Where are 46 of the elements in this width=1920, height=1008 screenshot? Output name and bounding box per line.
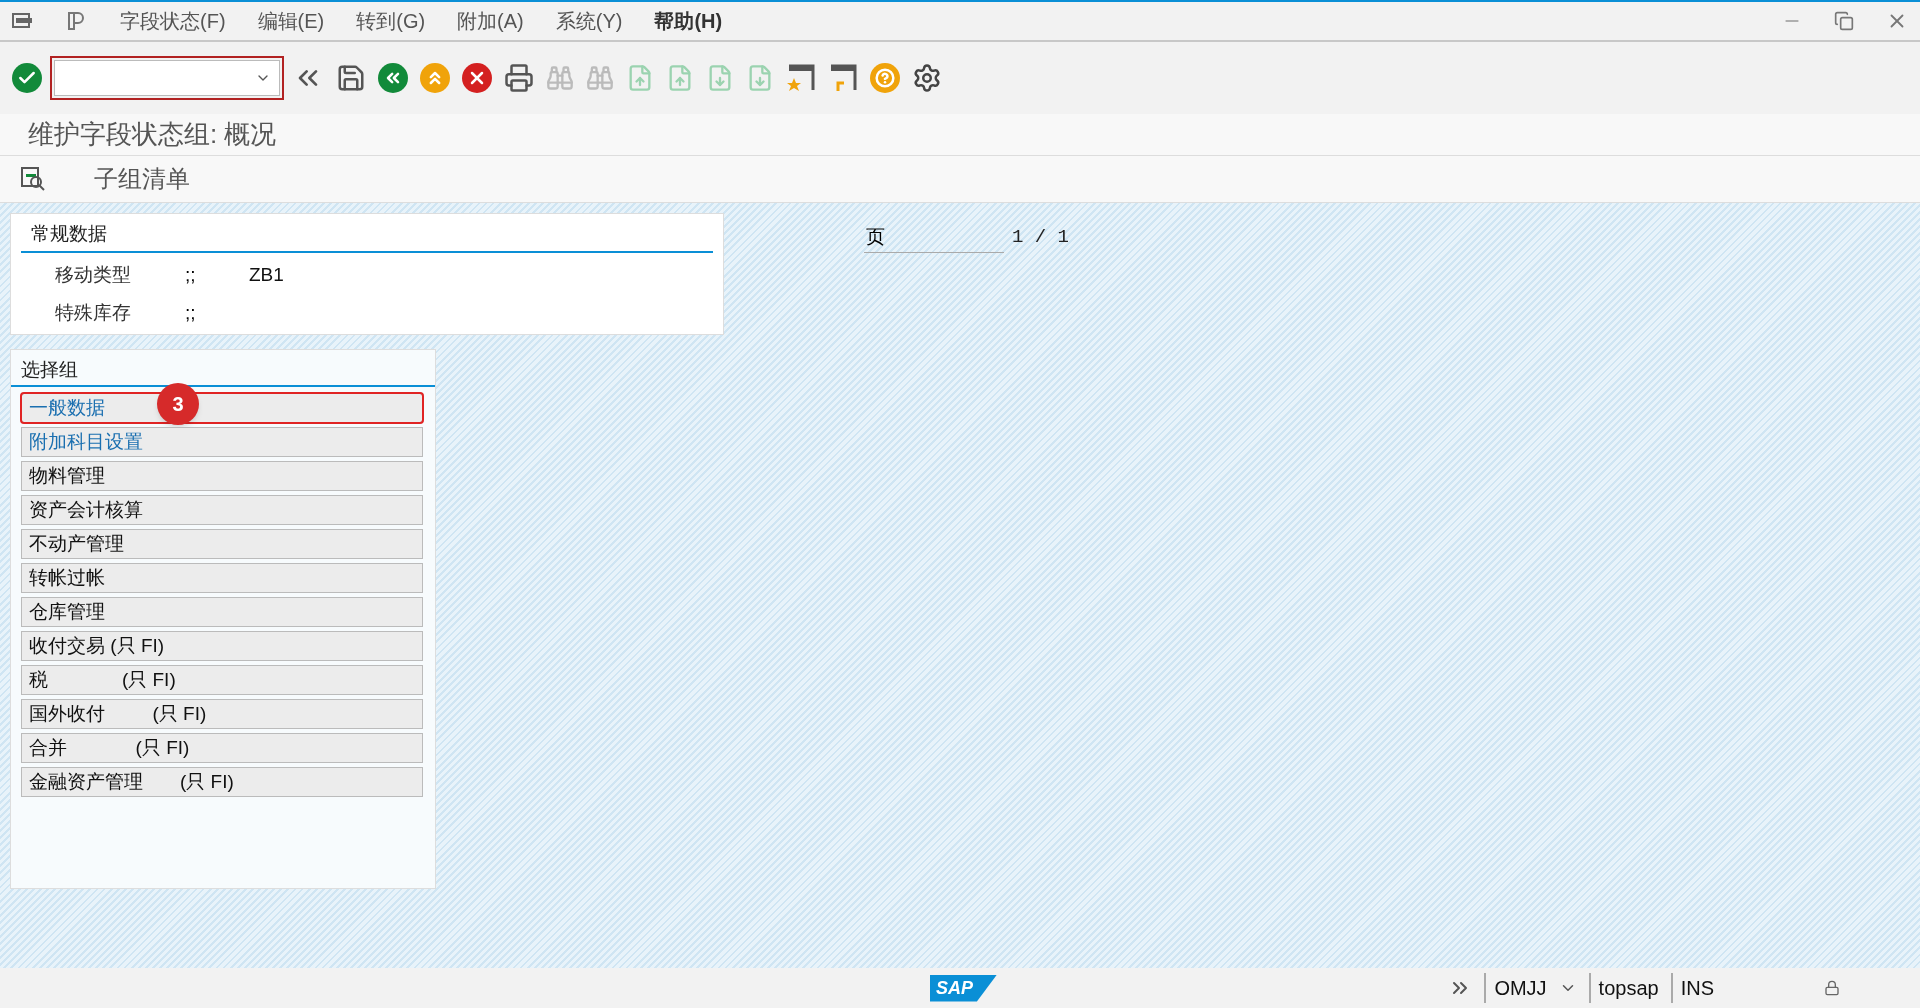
restore-icon[interactable]: [1834, 11, 1854, 31]
menu-item[interactable]: 帮助(H): [654, 6, 723, 36]
menu-item[interactable]: 系统(Y): [555, 6, 623, 36]
group-button[interactable]: 税 (只 FI): [21, 664, 423, 695]
group-button[interactable]: 资产会计核算: [21, 494, 423, 525]
menu-item[interactable]: 编辑(E): [257, 6, 325, 36]
group-button[interactable]: 国外收付 (只 FI): [21, 698, 423, 729]
transaction-code[interactable]: OMJJ: [1484, 973, 1547, 1003]
group-button[interactable]: 金融资产管理 (只 FI): [21, 766, 423, 797]
menu-item[interactable]: 字段状态(F): [120, 6, 226, 36]
list-search-icon[interactable]: [20, 166, 46, 192]
insert-mode: INS: [1670, 973, 1714, 1003]
field-separator: ;;: [185, 301, 197, 325]
group-button[interactable]: 收付交易 (只 FI): [21, 630, 423, 661]
subgroup-list-button[interactable]: 子组清单: [94, 161, 190, 197]
group-button[interactable]: 转帐过帐: [21, 562, 423, 593]
field-value: ZB1: [249, 262, 284, 287]
group-button[interactable]: 物料管理: [21, 460, 423, 491]
screen-title: 维护字段状态组: 概况: [28, 118, 277, 151]
user-name: topsap: [1588, 973, 1659, 1003]
menu-item[interactable]: 转到(G): [356, 6, 426, 36]
group-button[interactable]: 附加科目设置: [21, 426, 423, 457]
field-label: 特殊库存: [55, 301, 132, 325]
group-button[interactable]: 不动产管理: [21, 528, 423, 559]
check-button[interactable]: [12, 63, 42, 93]
group-button[interactable]: 仓库管理: [21, 596, 423, 627]
back-button[interactable]: [378, 63, 408, 93]
menu-item[interactable]: 附加(A): [457, 6, 524, 36]
panel-title: 常规数据: [21, 220, 713, 253]
print-icon[interactable]: [504, 63, 534, 93]
page-label: 页: [864, 223, 1004, 253]
settings-icon[interactable]: [912, 63, 942, 93]
group-button[interactable]: 合并 (只 FI): [21, 732, 423, 763]
page-number: 1 / 1: [1012, 225, 1069, 250]
field-label: 移动类型: [55, 262, 132, 287]
field-separator: ;;: [185, 262, 197, 287]
menu-icon[interactable]: [12, 13, 34, 29]
sap-logo: SAP: [930, 974, 997, 1002]
window-star-icon[interactable]: [786, 63, 816, 93]
lock-icon: [1824, 980, 1840, 996]
panel-title: 选择组: [11, 356, 435, 387]
window-arrow-icon[interactable]: [828, 63, 858, 93]
help-icon: [875, 68, 895, 88]
step-badge: 3: [157, 382, 199, 425]
save-icon[interactable]: [336, 63, 366, 93]
cancel-button[interactable]: [462, 63, 492, 93]
